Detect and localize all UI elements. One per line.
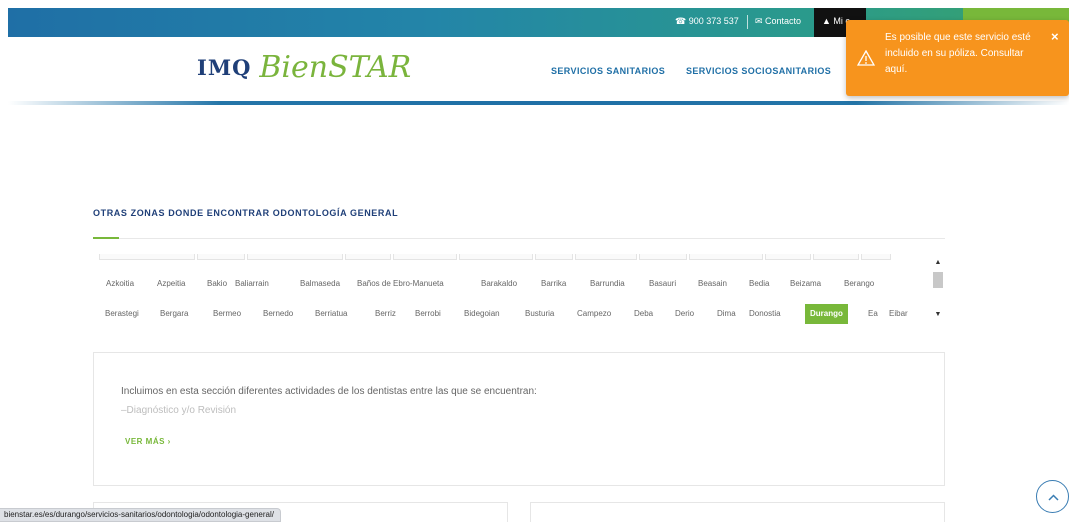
topbar-divider — [747, 15, 748, 29]
zone-cell-partial — [765, 254, 811, 260]
zone-link[interactable]: Azkoitia — [106, 274, 134, 294]
zone-link-active[interactable]: Durango — [805, 304, 848, 324]
zone-link[interactable]: Bernedo — [263, 304, 293, 324]
zone-link[interactable]: Busturia — [525, 304, 554, 324]
chevron-up-icon — [1048, 494, 1059, 501]
zone-link[interactable]: Basauri — [649, 274, 676, 294]
close-icon[interactable]: × — [1051, 29, 1059, 44]
zone-link[interactable]: Berrobi — [415, 304, 441, 324]
zone-link[interactable]: Barrundia — [590, 274, 625, 294]
nav-servicios-sociosanitarios[interactable]: SERVICIOS SOCIOSANITARIOS — [686, 66, 831, 76]
scroll-up-arrow-icon[interactable]: ▲ — [931, 258, 945, 268]
info-card: Incluimos en esta sección diferentes act… — [93, 352, 945, 486]
zone-cell-partial — [197, 254, 245, 260]
header-divider — [8, 101, 1069, 105]
zone-link[interactable]: Deba — [634, 304, 653, 324]
phone-link[interactable]: ☎ 900 373 537 — [675, 16, 739, 27]
zones-row-2: Berastegi Bergara Bermeo Bernedo Berriat… — [93, 304, 929, 324]
zone-link[interactable]: Derio — [675, 304, 694, 324]
zone-cell-partial — [99, 254, 195, 260]
zone-cell-partial — [689, 254, 763, 260]
zone-link[interactable]: Bermeo — [213, 304, 241, 324]
zone-link[interactable]: Barakaldo — [481, 274, 517, 294]
title-rule — [119, 238, 945, 239]
section-title: OTRAS ZONAS DONDE ENCONTRAR ODONTOLOGÍA … — [93, 208, 399, 218]
zone-link[interactable]: Bakio — [207, 274, 227, 294]
zones-list: Azkoitia Azpeitia Bakio Baliarrain Balma… — [93, 254, 929, 330]
zone-link[interactable]: Bedia — [749, 274, 769, 294]
zones-row-1: Azkoitia Azpeitia Bakio Baliarrain Balma… — [93, 274, 929, 294]
zone-link[interactable]: Balmaseda — [300, 274, 340, 294]
ver-mas-link[interactable]: VER MÁS › — [125, 437, 171, 446]
zone-link[interactable]: Bergara — [160, 304, 188, 324]
site-logo[interactable]: IMQ BienSTAR — [197, 50, 412, 85]
logo-bienstar-text: BienSTAR — [259, 50, 412, 85]
zone-link[interactable]: Bidegoian — [464, 304, 500, 324]
title-accent-line — [93, 237, 119, 239]
zone-cell-partial — [345, 254, 391, 260]
zone-cell-partial — [393, 254, 457, 260]
zone-cell-partial — [813, 254, 859, 260]
back-to-top-button[interactable] — [1036, 480, 1069, 513]
status-bar-url: bienstar.es/es/durango/servicios-sanitar… — [0, 508, 281, 522]
notice-toast: Es posible que este servicio esté inclui… — [846, 20, 1069, 96]
zone-link[interactable]: Berriz — [375, 304, 396, 324]
nav-servicios-sanitarios[interactable]: SERVICIOS SANITARIOS — [551, 66, 665, 76]
scroll-thumb[interactable] — [933, 272, 943, 288]
info-subtext: –Diagnóstico y/o Revisión — [121, 405, 237, 416]
content-card-right — [530, 502, 945, 522]
zone-cell-partial — [861, 254, 891, 260]
zone-link[interactable]: Eibar — [889, 304, 908, 324]
zone-link[interactable]: Ea — [868, 304, 878, 324]
zone-link[interactable]: Baliarrain — [235, 274, 269, 294]
zone-cell-partial — [575, 254, 637, 260]
contact-link[interactable]: ✉ Contacto — [755, 16, 801, 27]
zone-cell-partial — [247, 254, 343, 260]
zone-link[interactable]: Berastegi — [105, 304, 139, 324]
zone-cell-partial — [459, 254, 533, 260]
zone-link[interactable]: Beizama — [790, 274, 821, 294]
zone-link[interactable]: Barrika — [541, 274, 566, 294]
logo-imq-text: IMQ — [197, 55, 252, 80]
zones-previous-row — [97, 254, 891, 260]
zone-link[interactable]: Dima — [717, 304, 736, 324]
zone-link[interactable]: Campezo — [577, 304, 611, 324]
zone-cell-partial — [639, 254, 687, 260]
zone-link[interactable]: Beasain — [698, 274, 727, 294]
scroll-down-arrow-icon[interactable]: ▼ — [931, 310, 945, 320]
zones-scrollbar[interactable]: ▲ ▼ — [931, 254, 945, 324]
zone-link[interactable]: Azpeitia — [157, 274, 185, 294]
zone-link[interactable]: Berango — [844, 274, 874, 294]
zone-cell-partial — [535, 254, 573, 260]
zone-link[interactable]: Baños de Ebro-Manueta — [357, 274, 444, 294]
zone-link[interactable]: Berriatua — [315, 304, 347, 324]
warning-icon — [857, 50, 875, 66]
info-text: Incluimos en esta sección diferentes act… — [121, 386, 537, 397]
toast-message[interactable]: Es posible que este servicio esté inclui… — [885, 30, 1045, 78]
zone-link[interactable]: Donostia — [749, 304, 781, 324]
